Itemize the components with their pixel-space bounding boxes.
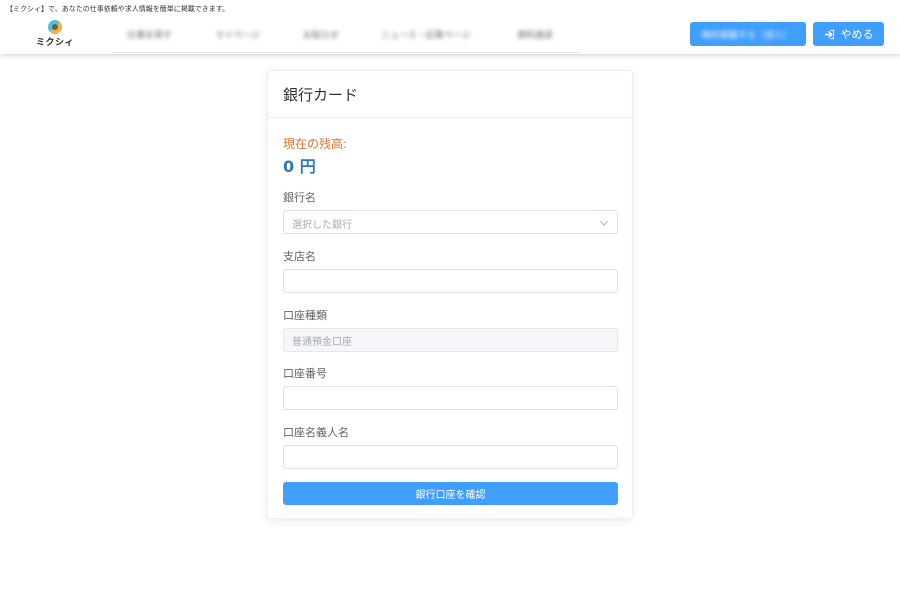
account-holder-input[interactable] (283, 445, 618, 469)
sign-in-icon (824, 29, 834, 39)
bank-select[interactable]: 選択した銀行 (283, 210, 618, 234)
logo-mark-icon (48, 20, 62, 34)
branch-name-label: 支店名 (283, 250, 316, 263)
account-type-input (283, 328, 618, 352)
nav-item-3[interactable]: お知らせ (303, 28, 339, 41)
nav-item-4[interactable]: ニュース・記事ページ (381, 28, 470, 41)
quit-button-label: やめる (840, 28, 874, 41)
nav-item-2[interactable]: マイページ (215, 28, 260, 41)
card-title: 銀行カード (283, 86, 359, 104)
chevron-down-icon (600, 221, 608, 226)
nav-item-5[interactable]: 資料請求 (517, 28, 553, 41)
quit-button[interactable]: やめる (813, 22, 884, 46)
account-type-label: 口座種類 (283, 309, 327, 322)
balance-value: 0 円 (283, 157, 316, 176)
bank-select-placeholder: 選択した銀行 (292, 220, 352, 231)
logo-text: ミクシィ (36, 38, 75, 48)
balance-label: 現在の残高: (283, 137, 348, 151)
main-nav: 仕事を探す マイページ お知らせ ニュース・記事ページ 資料請求 (112, 20, 580, 53)
account-number-input[interactable] (283, 386, 618, 410)
card-header: 銀行カード (268, 71, 632, 118)
nav-item-1[interactable]: 仕事を探す (127, 28, 172, 41)
bank-name-label: 銀行名 (283, 191, 316, 204)
branch-name-input[interactable] (283, 269, 618, 293)
post-job-button[interactable]: 無料掲載する（求人） (690, 22, 806, 46)
account-number-label: 口座番号 (283, 367, 327, 380)
post-job-button-label: 無料掲載する（求人） (702, 31, 793, 41)
site-tagline: 【ミクシィ】で、あなたの仕事依頼や求人情報を簡単に掲載できます。 (6, 5, 230, 13)
bank-card-panel: 銀行カード 現在の残高: 0 円 銀行名 選択した銀行 支店名 口座種類 口座番… (267, 70, 633, 519)
account-holder-label: 口座名義人名 (283, 426, 349, 439)
site-logo[interactable]: ミクシィ (36, 20, 76, 48)
top-bar: 【ミクシィ】で、あなたの仕事依頼や求人情報を簡単に掲載できます。 ミクシィ 仕事… (0, 0, 900, 54)
verify-bank-account-button[interactable]: 銀行口座を確認 (283, 482, 618, 505)
